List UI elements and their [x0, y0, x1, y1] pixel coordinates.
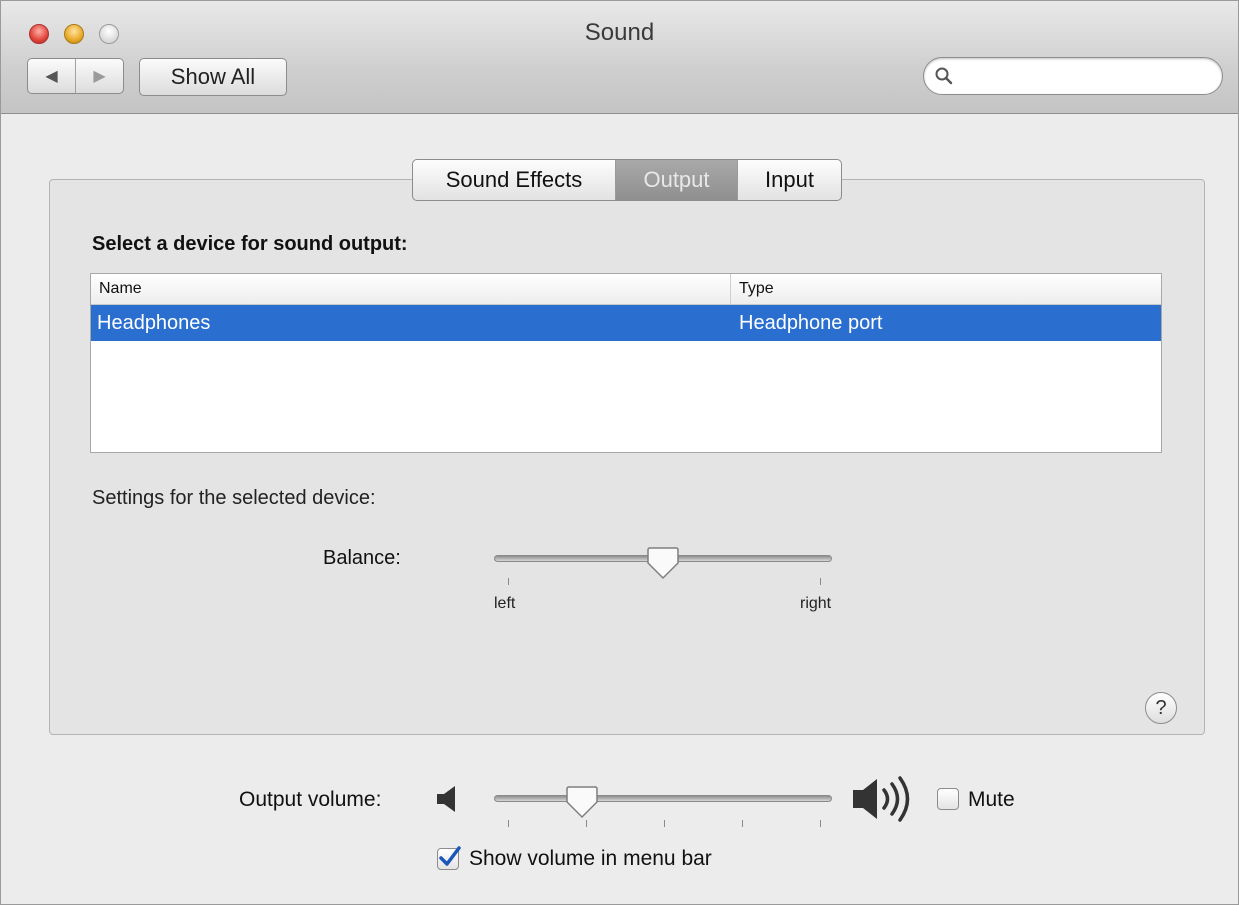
mute-label[interactable]: Mute [968, 788, 1015, 812]
volume-tick [820, 820, 821, 827]
balance-left-label: left [494, 595, 516, 612]
window-title: Sound [584, 19, 655, 46]
show-volume-in-menu-bar-checkbox[interactable] [437, 846, 461, 870]
balance-tick-right [820, 578, 821, 585]
output-device-table: Name Type Headphones Headphone port [90, 273, 1162, 453]
balance-tick-left [508, 578, 509, 585]
output-volume-label: Output volume: [239, 788, 382, 811]
forward-button[interactable]: ▶ [75, 59, 123, 93]
output-volume-slider-track[interactable] [494, 795, 832, 802]
title-bar: Sound ◀ ▶ Show All [1, 1, 1238, 114]
search-field[interactable] [923, 57, 1223, 95]
volume-tick [664, 820, 665, 827]
volume-high-speaker-icon [853, 776, 910, 822]
balance-slider-thumb[interactable] [647, 546, 679, 580]
search-icon [935, 67, 953, 85]
balance-right-label: right [800, 595, 832, 612]
show-all-button[interactable]: Show All [139, 58, 287, 96]
device-name-cell: Headphones [97, 311, 211, 334]
output-tab-panel [49, 179, 1205, 735]
help-button[interactable]: ? [1145, 692, 1177, 724]
volume-tick [508, 820, 509, 827]
back-button[interactable]: ◀ [28, 59, 75, 93]
tab-bar: Sound Effects Output Input [412, 159, 842, 201]
mute-checkbox[interactable] [937, 788, 959, 810]
device-settings-label: Settings for the selected device: [92, 487, 376, 509]
show-volume-in-menu-bar-label[interactable]: Show volume in menu bar [469, 847, 712, 871]
forward-arrow-icon: ▶ [93, 68, 106, 85]
sound-preferences-window: Sound ◀ ▶ Show All Sound Effects Output … [0, 0, 1239, 905]
tab-input[interactable]: Input [737, 160, 841, 200]
tab-output[interactable]: Output [615, 160, 737, 200]
volume-low-speaker-icon [437, 786, 455, 812]
volume-tick [586, 820, 587, 827]
table-row-selected[interactable]: Headphones Headphone port [91, 305, 1161, 341]
device-type-cell: Headphone port [739, 311, 883, 334]
column-header-type[interactable]: Type [731, 274, 1161, 304]
output-volume-slider-thumb[interactable] [566, 785, 599, 819]
volume-tick [742, 820, 743, 827]
search-input[interactable] [960, 64, 1214, 90]
balance-label: Balance: [323, 547, 401, 569]
back-forward-control: ◀ ▶ [27, 58, 124, 94]
checkmark-icon [439, 846, 461, 866]
tab-sound-effects[interactable]: Sound Effects [413, 160, 615, 200]
back-arrow-icon: ◀ [45, 68, 58, 85]
device-list-heading: Select a device for sound output: [92, 233, 408, 255]
table-header: Name Type [91, 274, 1161, 305]
column-header-name[interactable]: Name [91, 274, 731, 304]
